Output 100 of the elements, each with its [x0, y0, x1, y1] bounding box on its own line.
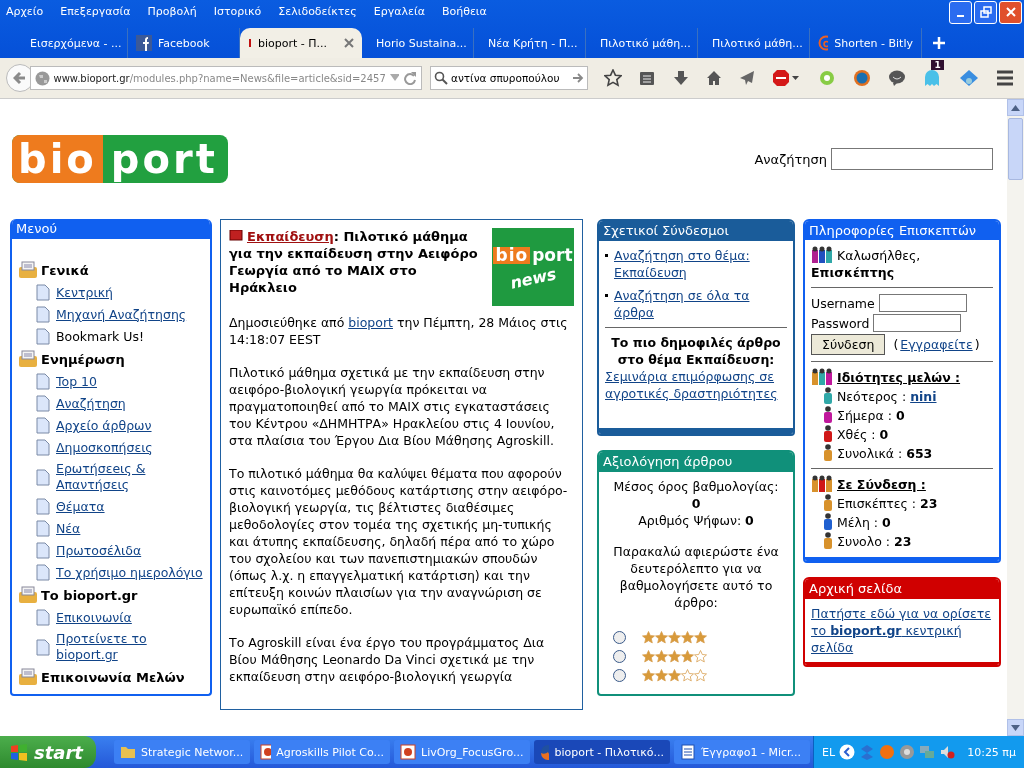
minimize-icon	[957, 15, 964, 17]
star-icon	[642, 650, 655, 663]
menu-link[interactable]: Top 10	[56, 373, 97, 390]
ad-block-icon[interactable]	[772, 69, 801, 87]
menu-item[interactable]: Προβολή	[147, 4, 197, 18]
go-arrow-icon[interactable]	[572, 72, 584, 84]
author-link[interactable]: bioport	[348, 315, 393, 330]
menu-icon[interactable]	[995, 70, 1014, 86]
star-icon	[681, 669, 694, 682]
login-button[interactable]: Σύνδεση	[811, 334, 886, 355]
browser-tab[interactable]: bioport - Π...	[240, 28, 362, 58]
homepage-link[interactable]: Πατήστε εδώ για να ορίσετε το bioport.gr κεντρική σελίδα	[811, 605, 993, 656]
page-icon	[36, 439, 50, 456]
app-icon	[540, 744, 550, 760]
restore-button[interactable]	[974, 0, 997, 24]
scrollbar-thumb[interactable]	[1008, 118, 1023, 180]
minimize-button[interactable]	[949, 0, 972, 24]
scrollbar[interactable]	[1007, 99, 1024, 736]
dropdown-icon[interactable]	[389, 74, 400, 82]
menu-item[interactable]: Εργαλεία	[373, 4, 425, 18]
scroll-up-icon[interactable]	[1011, 104, 1020, 111]
menu-item[interactable]: Επεξεργασία	[60, 4, 131, 18]
app-icon	[680, 744, 696, 760]
taskbar-button[interactable]: Έγγραφο1 - Micr...	[674, 740, 810, 764]
menu-link[interactable]: Κεντρική	[56, 284, 113, 301]
stat-label: Επισκέπτες :	[837, 494, 917, 512]
stat-value: 23	[920, 494, 938, 512]
radio-button[interactable]	[613, 650, 626, 663]
votes-label: Αριθμός Ψήφων:	[638, 513, 742, 528]
menu-link[interactable]: Bookmark Us!	[56, 328, 144, 345]
stat-value[interactable]: nini	[910, 387, 937, 405]
star-icon	[694, 631, 707, 644]
stat-label: Μέλη :	[837, 513, 879, 531]
password-field[interactable]	[873, 314, 962, 332]
menu-link[interactable]: Προτείνετε το bioport.gr	[56, 631, 204, 663]
send-icon[interactable]	[739, 70, 756, 86]
download-icon[interactable]	[672, 70, 689, 86]
scroll-down-icon[interactable]	[1011, 724, 1020, 731]
menu-link[interactable]: Νέα	[56, 520, 81, 537]
taskbar-button[interactable]: bioport - Πιλοτικό...	[534, 740, 670, 764]
stat-label: Συνολο :	[837, 532, 890, 550]
star-icon	[681, 650, 694, 663]
related-link[interactable]: Αναζήτηση σε όλα τα άρθρα	[614, 287, 787, 321]
register-link[interactable]: Εγγραφείτε	[900, 336, 973, 353]
category-link[interactable]: Εκπαίδευση	[247, 229, 334, 244]
close-button[interactable]	[999, 0, 1022, 24]
speaker-icon[interactable]	[939, 744, 956, 760]
home-icon[interactable]	[705, 70, 722, 86]
menu-link[interactable]: Αναζήτηση	[56, 395, 126, 412]
stat-value: 653	[906, 444, 933, 462]
ghost-icon[interactable]	[923, 69, 942, 87]
chat-icon[interactable]	[888, 69, 907, 87]
box-title: Μενού	[12, 219, 210, 239]
menu-link[interactable]: Ερωτήσεeις & Απαντήσεις	[56, 461, 204, 493]
taskbar-button[interactable]: Strategic Networ...	[114, 740, 250, 764]
search-input[interactable]	[831, 148, 993, 170]
popular-link[interactable]: Σεμινάρια επιμόρφωσης σε αγροτικές δραστηριότητες	[605, 368, 787, 422]
search-label: Αναζήτηση	[754, 151, 827, 167]
taskbar-button[interactable]: Agroskills Pilot Co...	[254, 740, 390, 764]
extension-icon[interactable]	[852, 69, 871, 87]
star-icon	[655, 650, 668, 663]
bookmark-star-icon[interactable]	[604, 69, 622, 87]
reading-list-icon[interactable]	[639, 70, 656, 86]
reload-icon[interactable]	[403, 71, 417, 85]
page-icon	[36, 284, 50, 301]
address-field[interactable]: www.bioport.gr/modules.php?name=News&file=article&sid=2457	[30, 66, 422, 90]
menu-link[interactable]: Το χρήσιμο ημερολόγιο	[56, 564, 203, 581]
stat-value: 23	[894, 532, 912, 550]
folder-icon	[18, 261, 38, 279]
menu-link[interactable]: Θέματα	[56, 498, 105, 515]
menu-item[interactable]: Βοήθεια	[441, 4, 487, 18]
extension-icon[interactable]	[958, 69, 979, 87]
chevron-icon[interactable]	[839, 744, 856, 760]
close-tab-icon[interactable]	[344, 38, 354, 48]
search-field[interactable]: αντίνα σπυροπούλου	[430, 66, 588, 90]
start-button[interactable]: start	[0, 736, 96, 768]
user-name: Επισκέπτης	[811, 265, 895, 280]
taskbar-button[interactable]: LivOrg_FocusGro...	[394, 740, 530, 764]
section-heading: Ιδιότητες μελών :	[837, 368, 961, 386]
star-icon	[655, 631, 668, 644]
menu-link[interactable]: Επικοινωνία	[56, 609, 132, 626]
menu-link[interactable]: Μηχανή Αναζήτησης	[56, 306, 187, 323]
menu-link[interactable]: Πρωτοσέλιδα	[56, 542, 142, 559]
menu-link[interactable]: Δημοσκοπήσεις	[56, 439, 153, 456]
byline: Δημοσιεύθηκε από bioport την Πέμπτη, 28 Μάιος στις 14:18:07 EEST	[229, 314, 569, 348]
folder-icon	[18, 668, 38, 686]
welcome-text: Καλωσήλθες,	[837, 246, 921, 264]
menu-link[interactable]: Αρχείο άρθρων	[56, 417, 152, 434]
menu-item[interactable]: Σελιδοδείκτες	[278, 4, 357, 18]
username-field[interactable]	[878, 294, 967, 312]
radio-button[interactable]	[613, 669, 626, 682]
article-paragraph: Το Agroskill είναι ένα έργο του προγράμματος Δια Βίου Μάθησης Leonardo Da Vinci σχετικά με την εκπαίδευση στην αειφόρο-βιολογική γεωργία	[229, 634, 546, 685]
related-link[interactable]: Αναζήτηση στο θέμα: Εκπαίδευση	[614, 247, 787, 281]
radio-button[interactable]	[613, 631, 626, 644]
menu-item[interactable]: Αρχείο	[6, 4, 44, 18]
popular-heading: Το πιο δημοφιλές άρθρο στο θέμα Εκπαίδευση:	[610, 334, 782, 368]
menu-item[interactable]: Ιστορικό	[213, 4, 262, 18]
search-icon	[434, 71, 448, 85]
tray-icon[interactable]	[899, 744, 916, 760]
new-tab-icon[interactable]	[932, 36, 946, 50]
